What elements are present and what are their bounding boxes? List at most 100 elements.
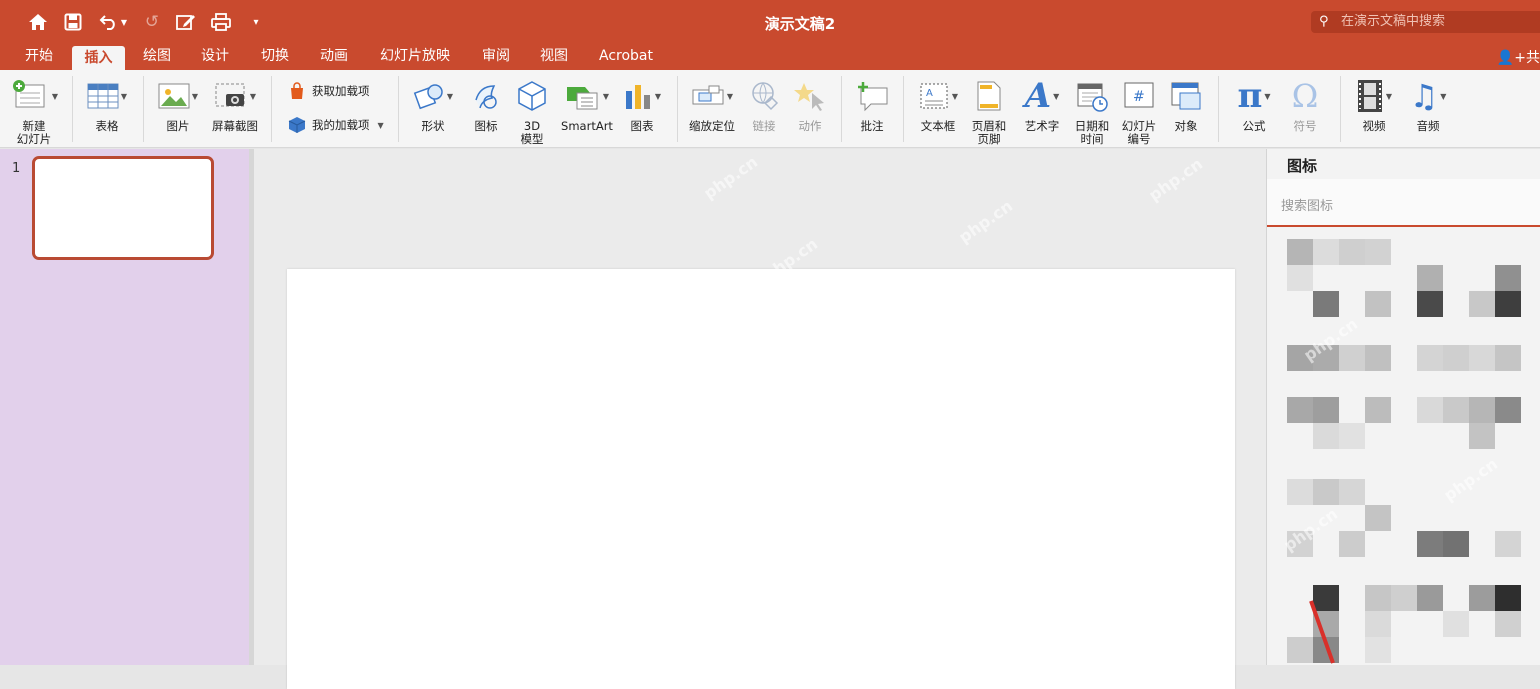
icon-thumbnail[interactable] (1469, 291, 1495, 317)
icon-thumbnail[interactable] (1495, 585, 1521, 611)
smartart-button[interactable]: ▼ SmartArt (556, 76, 618, 133)
icon-thumbnail[interactable] (1495, 531, 1521, 557)
icon-thumbnail[interactable] (1365, 611, 1391, 637)
icon-thumbnail[interactable] (1313, 345, 1339, 371)
icon-thumbnail[interactable] (1287, 531, 1313, 557)
screenshot-button[interactable]: ▼ 屏幕截图 (208, 76, 262, 133)
tab-animations[interactable]: 动画 (309, 44, 359, 70)
tab-design[interactable]: 设计 (190, 44, 240, 70)
icon-thumbnail[interactable] (1417, 397, 1443, 423)
icon-thumbnail[interactable] (1495, 345, 1521, 371)
link-button[interactable]: 链接 (744, 76, 784, 133)
tab-draw[interactable]: 绘图 (132, 44, 182, 70)
icon-thumbnail[interactable] (1417, 531, 1443, 557)
icon-thumbnail[interactable] (1365, 239, 1391, 265)
my-addins-button[interactable]: 我的加载项 ▼ (288, 116, 384, 134)
store-icon (291, 82, 303, 99)
icon-thumbnail[interactable] (1313, 423, 1339, 449)
icon-thumbnail[interactable] (1469, 585, 1495, 611)
icon-thumbnail[interactable] (1339, 239, 1365, 265)
symbol-button[interactable]: Ω 符号 (1284, 76, 1326, 133)
search-placeholder: 在演示文稿中搜索 (1341, 14, 1446, 29)
icon-thumbnail[interactable] (1287, 397, 1313, 423)
slide-canvas (254, 149, 1266, 689)
icon-thumbnail[interactable] (1365, 505, 1391, 531)
icon-thumbnail[interactable] (1495, 611, 1521, 637)
slide-number-button[interactable]: # 幻灯片 编号 (1118, 76, 1160, 146)
icon-thumbnail[interactable] (1443, 397, 1469, 423)
icon-thumbnail[interactable] (1365, 291, 1391, 317)
icon-thumbnail[interactable] (1339, 345, 1365, 371)
share-button[interactable]: 👤+共 (1497, 47, 1540, 67)
icon-thumbnail[interactable] (1313, 239, 1339, 265)
add-person-icon: 👤+ (1496, 50, 1526, 66)
icon-thumbnail[interactable] (1287, 265, 1313, 291)
video-button[interactable]: ▼ 视频 (1350, 76, 1398, 133)
tab-transitions[interactable]: 切换 (250, 44, 300, 70)
comment-icon (855, 76, 889, 116)
icon-thumbnail[interactable] (1365, 397, 1391, 423)
icon-search-input[interactable]: 搜索图标 (1267, 179, 1540, 227)
wordart-button[interactable]: A ▼ 艺术字 (1018, 76, 1066, 133)
icons-icon (470, 76, 502, 116)
pictures-button[interactable]: ▼ 图片 (154, 76, 202, 133)
icon-thumbnail[interactable] (1417, 265, 1443, 291)
icon-thumbnail[interactable] (1313, 479, 1339, 505)
comment-button[interactable]: 批注 (850, 76, 894, 133)
icon-thumbnail[interactable] (1417, 345, 1443, 371)
header-footer-button[interactable]: 页眉和 页脚 (966, 76, 1012, 146)
icon-thumbnail[interactable] (1287, 239, 1313, 265)
audio-button[interactable]: ♫ ▼ 音频 (1404, 76, 1452, 133)
equation-button[interactable]: π ▼ 公式 (1228, 76, 1280, 133)
slide-thumbnail[interactable] (32, 156, 214, 260)
svg-text:#: # (1133, 89, 1145, 105)
icon-thumbnail[interactable] (1417, 291, 1443, 317)
chart-button[interactable]: ▼ 图表 (620, 76, 664, 133)
tab-review[interactable]: 审阅 (471, 44, 521, 70)
3d-models-button[interactable]: 3D 模型 (512, 76, 552, 146)
icon-thumbnail[interactable] (1287, 479, 1313, 505)
tab-insert[interactable]: 插入 (72, 46, 125, 70)
slide[interactable] (287, 269, 1235, 689)
action-button[interactable]: 动作 (790, 76, 830, 133)
icon-thumbnail[interactable] (1339, 479, 1365, 505)
zoom-button[interactable]: ▼ 缩放定位 (686, 76, 738, 133)
icon-thumbnail[interactable] (1339, 531, 1365, 557)
addin-cube-icon (288, 117, 306, 133)
svg-text:A: A (926, 88, 933, 99)
icon-thumbnail[interactable] (1287, 345, 1313, 371)
slide-number-icon: # (1123, 76, 1155, 116)
shapes-icon: ▼ (413, 76, 453, 116)
table-button[interactable]: ▼ 表格 (82, 76, 132, 133)
object-button[interactable]: 对象 (1166, 76, 1206, 133)
tab-slideshow[interactable]: 幻灯片放映 (372, 44, 458, 70)
search-input[interactable]: ⚲ 在演示文稿中搜索 (1311, 11, 1540, 33)
icon-thumbnail[interactable] (1365, 637, 1391, 663)
icon-thumbnail[interactable] (1365, 585, 1391, 611)
icon-thumbnail[interactable] (1443, 611, 1469, 637)
tab-view[interactable]: 视图 (529, 44, 579, 70)
icon-thumbnail[interactable] (1339, 423, 1365, 449)
icon-thumbnail[interactable] (1495, 397, 1521, 423)
shapes-button[interactable]: ▼ 形状 (408, 76, 458, 133)
icon-thumbnail[interactable] (1443, 531, 1469, 557)
icon-thumbnail[interactable] (1313, 397, 1339, 423)
new-slide-button[interactable]: ▼ 新建 幻灯片 (8, 76, 60, 146)
icon-thumbnail[interactable] (1469, 423, 1495, 449)
tab-home[interactable]: 开始 (14, 44, 64, 70)
icon-thumbnail[interactable] (1469, 345, 1495, 371)
icons-button[interactable]: 图标 (464, 76, 508, 133)
icon-thumbnail[interactable] (1443, 345, 1469, 371)
tab-acrobat[interactable]: Acrobat (592, 44, 660, 70)
get-addins-button[interactable]: 获取加载项 (288, 82, 370, 100)
icon-thumbnail[interactable] (1417, 585, 1443, 611)
icon-thumbnail[interactable] (1391, 585, 1417, 611)
datetime-button[interactable]: 日期和 时间 (1072, 76, 1112, 146)
wordart-icon: A ▼ (1024, 75, 1060, 116)
icon-thumbnail[interactable] (1495, 265, 1521, 291)
textbox-button[interactable]: A ▼ 文本框 (912, 76, 964, 133)
icon-thumbnail[interactable] (1495, 291, 1521, 317)
icon-thumbnail[interactable] (1469, 397, 1495, 423)
icon-thumbnail[interactable] (1313, 291, 1339, 317)
icon-thumbnail[interactable] (1365, 345, 1391, 371)
